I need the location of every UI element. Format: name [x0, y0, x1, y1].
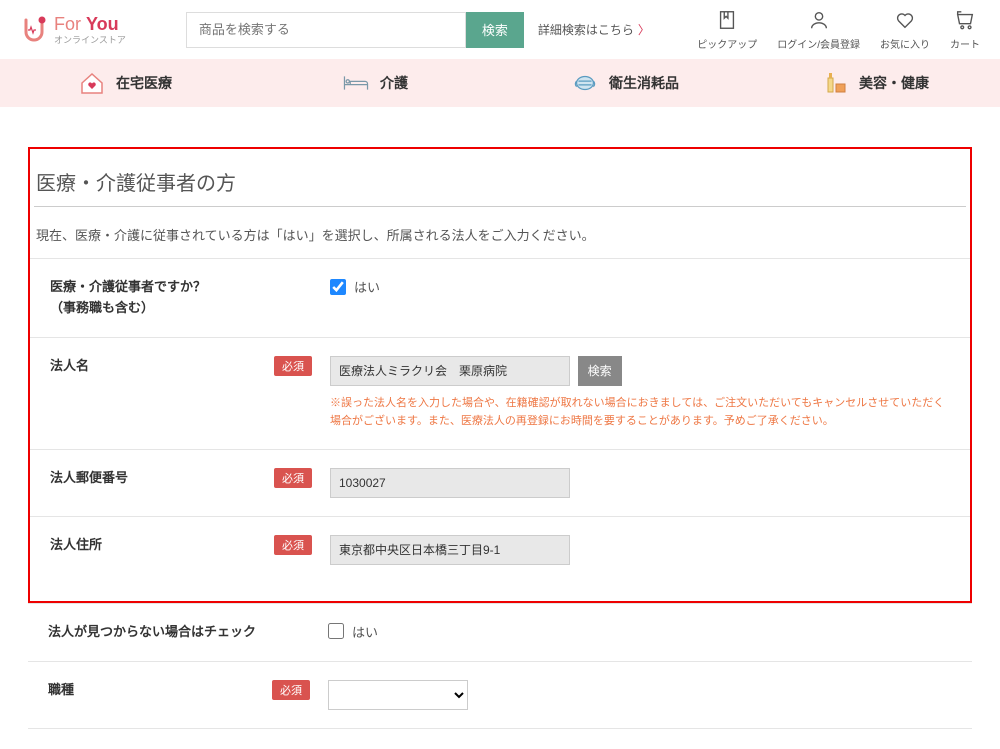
nav-beauty[interactable]: 美容・健康: [750, 59, 1000, 107]
nav-hygiene[interactable]: 衛生消耗品: [500, 59, 750, 107]
highlighted-section: 医療・介護従事者の方 現在、医療・介護に従事されている方は「はい」を選択し、所属…: [28, 147, 972, 603]
checkbox-is-worker-input[interactable]: [330, 279, 346, 295]
input-corp-addr[interactable]: [330, 535, 570, 565]
section-description: 現在、医療・介護に従事されている方は「はい」を選択し、所属される法人をご入力くだ…: [30, 225, 970, 258]
bookmark-icon: [715, 8, 739, 32]
label-corp-addr: 法人住所: [50, 535, 102, 556]
cart-link[interactable]: カート: [950, 8, 980, 51]
section-title: 医療・介護従事者の方: [34, 167, 966, 207]
main-content: 医療・介護従事者の方 現在、医療・介護に従事されている方は「はい」を選択し、所属…: [0, 107, 1000, 749]
search-input[interactable]: [186, 12, 466, 48]
required-badge: 必須: [274, 535, 312, 555]
label-corp-name: 法人名: [50, 356, 89, 377]
logo-subtitle: オンラインストア: [54, 33, 126, 46]
house-heart-icon: [78, 69, 106, 97]
nav-nursing[interactable]: 介護: [250, 59, 500, 107]
search-button[interactable]: 検索: [466, 12, 524, 48]
advanced-search-link[interactable]: 詳細検索はこちら〉: [538, 21, 650, 38]
cart-icon: [953, 8, 977, 32]
input-corp-zip[interactable]: [330, 468, 570, 498]
favorites-link[interactable]: お気に入り: [880, 8, 930, 51]
checkbox-corp-notfound-input[interactable]: [328, 623, 344, 639]
required-badge: 必須: [274, 468, 312, 488]
cosmetics-icon: [821, 69, 849, 97]
category-nav: 在宅医療 介護 衛生消耗品 美容・健康: [0, 59, 1000, 107]
header: For You オンラインストア 検索 詳細検索はこちら〉 ピックアップ ログイ…: [0, 0, 1000, 59]
logo-icon: [20, 16, 48, 44]
corp-name-warning: ※誤った法人名を入力した場合や、在籍確認が取れない場合におきましては、ご注文いた…: [330, 394, 950, 431]
heart-icon: [893, 8, 917, 32]
logo-text: For You: [54, 14, 126, 35]
search-bar: 検索 詳細検索はこちら〉: [186, 12, 650, 48]
chevron-right-icon: 〉: [638, 21, 650, 38]
user-icon: [807, 8, 831, 32]
required-badge: 必須: [274, 356, 312, 376]
row-corp-zip: 法人郵便番号 必須: [30, 449, 970, 516]
row-corp-name: 法人名 必須 検索 ※誤った法人名を入力した場合や、在籍確認が取れない場合におき…: [30, 337, 970, 449]
checkbox-corp-notfound[interactable]: はい: [328, 622, 952, 641]
label-corp-notfound: 法人が見つからない場合はチェック: [48, 622, 256, 643]
row-corp-addr: 法人住所 必須: [30, 516, 970, 583]
label-is-worker: 医療・介護従事者ですか？ （事務職も含む）: [50, 277, 206, 319]
login-link[interactable]: ログイン/会員登録: [777, 8, 860, 51]
header-actions: ピックアップ ログイン/会員登録 お気に入り カート: [697, 8, 980, 51]
row-is-worker: 医療・介護従事者ですか？ （事務職も含む） はい: [30, 258, 970, 337]
nav-home-care[interactable]: 在宅医療: [0, 59, 250, 107]
row-corp-notfound: 法人が見つからない場合はチェック はい: [28, 603, 972, 661]
corp-search-button[interactable]: 検索: [578, 356, 622, 386]
input-corp-name[interactable]: [330, 356, 570, 386]
label-corp-zip: 法人郵便番号: [50, 468, 128, 489]
required-badge: 必須: [272, 680, 310, 700]
mask-icon: [571, 69, 599, 97]
checkbox-is-worker[interactable]: はい: [330, 277, 950, 296]
pickup-link[interactable]: ピックアップ: [697, 8, 757, 51]
label-job-type: 職種: [48, 680, 74, 701]
logo[interactable]: For You オンラインストア: [20, 14, 126, 46]
bed-icon: [342, 69, 370, 97]
